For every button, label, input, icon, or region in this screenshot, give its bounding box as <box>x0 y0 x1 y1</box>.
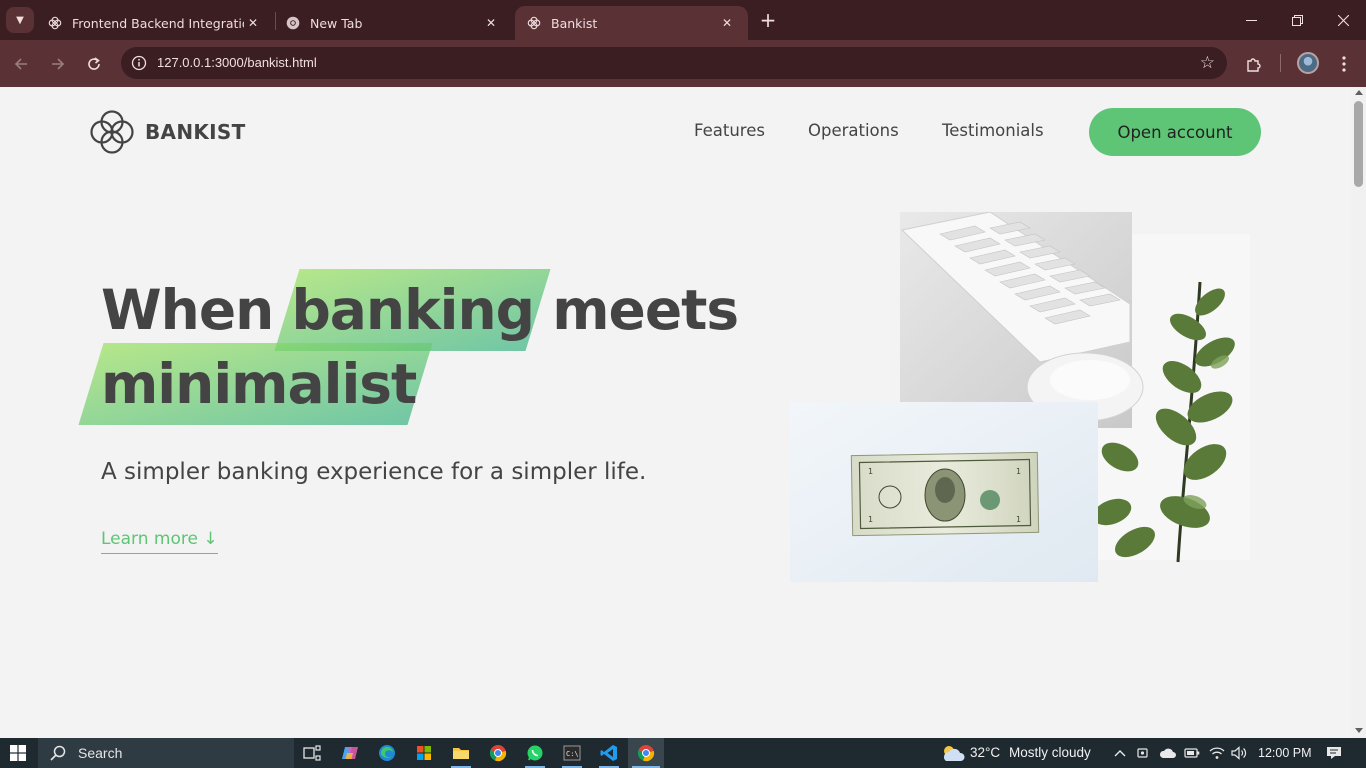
terminal-icon[interactable]: C:\ <box>554 738 590 768</box>
reload-icon[interactable] <box>81 51 107 77</box>
page-viewport: BANKIST Features Operations Testimonials… <box>0 87 1351 738</box>
hero-title-line-1: When banking meets <box>101 269 739 351</box>
vertical-scrollbar[interactable] <box>1351 87 1366 738</box>
clock-time[interactable]: 12:00 PM <box>1258 746 1312 760</box>
keyboard-photo <box>900 212 1144 428</box>
dollar-bill-photo: 1 1 1 1 <box>790 402 1098 582</box>
onedrive-cloud-icon[interactable] <box>1158 745 1178 761</box>
svg-text:C:\: C:\ <box>566 750 579 758</box>
meet-now-icon[interactable] <box>1136 745 1152 761</box>
chrome-active-icon[interactable] <box>628 738 664 768</box>
volume-icon[interactable] <box>1231 745 1247 761</box>
hero-title: When banking meets minimalist <box>78 269 739 425</box>
whatsapp-icon[interactable] <box>517 738 553 768</box>
hero-title-word: When <box>101 278 274 342</box>
vscode-icon[interactable] <box>591 738 627 768</box>
bankist-favicon-icon <box>48 16 62 30</box>
tab-search-button[interactable]: ▼ <box>6 7 34 33</box>
weather-temperature[interactable]: 32°C <box>970 745 1000 760</box>
url-text: 127.0.0.1:3000/bankist.html <box>157 55 317 70</box>
tab-close-icon[interactable]: ✕ <box>718 14 736 32</box>
task-view-icon[interactable] <box>294 738 330 768</box>
chevron-up-icon[interactable] <box>1112 745 1128 761</box>
svg-text:1: 1 <box>1016 515 1021 524</box>
chrome-favicon-icon <box>286 16 300 30</box>
notifications-icon[interactable] <box>1325 745 1343 761</box>
minimize-icon[interactable] <box>1228 0 1274 40</box>
toolbar-divider <box>1280 54 1281 72</box>
logo-text: BANKIST <box>145 120 246 144</box>
copilot-icon[interactable] <box>332 738 368 768</box>
scroll-down-arrow-icon[interactable] <box>1355 728 1363 733</box>
svg-text:1: 1 <box>868 467 873 476</box>
file-explorer-icon[interactable] <box>443 738 479 768</box>
bankist-logo-icon <box>90 110 134 154</box>
nav-link-testimonials[interactable]: Testimonials <box>942 121 1044 140</box>
svg-text:1: 1 <box>868 515 873 524</box>
site-info-icon[interactable] <box>131 55 147 71</box>
scroll-up-arrow-icon[interactable] <box>1355 90 1363 95</box>
windows-taskbar: Search C:\ 32°C Mostly cloudy 12:00 PM <box>0 738 1366 768</box>
nav-link-features[interactable]: Features <box>694 121 765 140</box>
close-window-icon[interactable] <box>1320 0 1366 40</box>
tab-new-tab[interactable]: New Tab ✕ <box>274 6 512 40</box>
hero-subtitle: A simpler banking experience for a simpl… <box>101 459 647 485</box>
chrome-icon[interactable] <box>480 738 516 768</box>
search-icon <box>50 745 66 761</box>
browser-tab-strip: ▼ Frontend Backend Integration ✕ New Tab… <box>0 0 1366 40</box>
hero-title-highlight-text: minimalist <box>101 352 417 416</box>
bankist-logo[interactable]: BANKIST <box>89 109 246 155</box>
taskbar-search-box[interactable]: Search <box>38 738 294 768</box>
battery-icon[interactable] <box>1184 745 1200 761</box>
tab-title: New Tab <box>310 15 363 31</box>
wifi-icon[interactable] <box>1209 745 1225 761</box>
tab-close-icon[interactable]: ✕ <box>482 14 500 32</box>
tab-frontend-backend[interactable]: Frontend Backend Integration ✕ <box>36 6 274 40</box>
forward-arrow-icon[interactable] <box>45 51 71 77</box>
tab-title: Frontend Backend Integration <box>72 15 244 31</box>
restore-icon[interactable] <box>1274 0 1320 40</box>
tab-close-icon[interactable]: ✕ <box>244 14 262 32</box>
scrollbar-thumb[interactable] <box>1354 101 1363 187</box>
new-tab-plus-icon[interactable]: + <box>756 8 780 32</box>
address-bar[interactable]: 127.0.0.1:3000/bankist.html ☆ <box>121 47 1227 79</box>
learn-more-link[interactable]: Learn more ↓ <box>101 529 218 554</box>
bookmark-star-icon[interactable]: ☆ <box>1200 53 1215 73</box>
bankist-favicon-icon <box>527 16 541 30</box>
profile-avatar[interactable] <box>1297 52 1319 74</box>
nav-link-operations[interactable]: Operations <box>808 121 899 140</box>
windows-start-icon[interactable] <box>0 738 36 768</box>
open-account-button[interactable]: Open account <box>1089 108 1261 156</box>
hero-title-highlight: banking <box>274 269 551 351</box>
kebab-menu-icon[interactable] <box>1331 51 1357 77</box>
hero-title-highlight-text: banking <box>291 278 535 342</box>
microsoft-store-icon[interactable] <box>406 738 442 768</box>
hero-title-line-2: minimalist <box>78 343 738 425</box>
svg-text:1: 1 <box>1016 467 1021 476</box>
edge-icon[interactable] <box>369 738 405 768</box>
tab-title: Bankist <box>551 15 598 31</box>
weather-description[interactable]: Mostly cloudy <box>1009 745 1091 760</box>
weather-cloud-icon[interactable] <box>940 743 966 763</box>
hero-title-highlight: minimalist <box>78 343 433 425</box>
tab-bankist[interactable]: Bankist ✕ <box>515 6 748 40</box>
search-label: Search <box>78 745 123 761</box>
back-arrow-icon[interactable] <box>8 51 34 77</box>
hero-title-word: meets <box>552 278 739 342</box>
extensions-puzzle-icon[interactable] <box>1241 51 1267 77</box>
hero-illustration: 1 1 1 1 <box>790 212 1250 582</box>
